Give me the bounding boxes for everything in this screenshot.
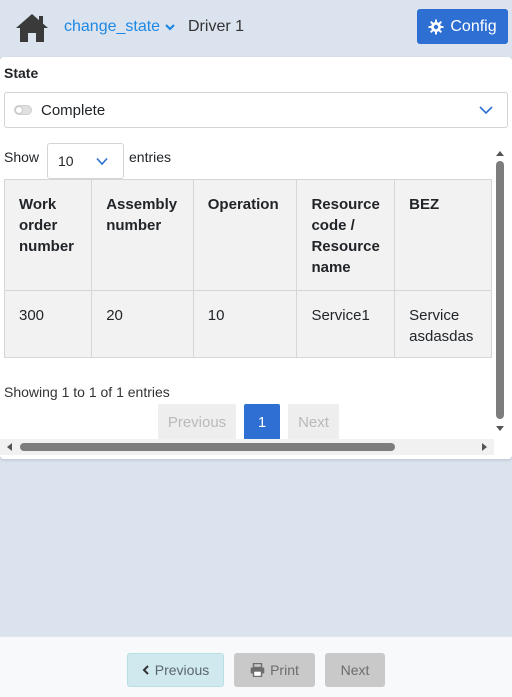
- scroll-up-arrow-icon[interactable]: [496, 149, 504, 157]
- scroll-down-arrow-icon[interactable]: [496, 425, 504, 433]
- show-label: Show: [4, 149, 40, 165]
- column-header-bez[interactable]: BEZ: [394, 179, 492, 291]
- footer-next-label: Next: [340, 662, 370, 678]
- column-header-operation[interactable]: Operation: [192, 179, 298, 291]
- table-info: Showing 1 to 1 of 1 entries: [4, 384, 170, 400]
- footer-next-button[interactable]: Next: [325, 653, 385, 687]
- horizontal-scroll-thumb[interactable]: [20, 443, 395, 451]
- footer-print-button[interactable]: Print: [234, 653, 315, 687]
- config-label: Config: [450, 17, 497, 35]
- state-card: State Complete Show 10 entries Work orde…: [0, 57, 512, 459]
- page-title: Driver 1: [188, 18, 245, 35]
- footer-bar: Previous Print Next: [0, 636, 512, 697]
- scroll-left-arrow-icon[interactable]: [6, 443, 14, 451]
- cell-bez: Service asdasdas: [394, 290, 492, 358]
- page-size-value: 10: [58, 153, 74, 169]
- config-button[interactable]: Config: [417, 9, 508, 44]
- table-scroll-area: Show 10 entries Work order number Assemb…: [0, 57, 492, 457]
- table-row[interactable]: 300 20 10 Service1 Service asdasdas: [3, 290, 492, 358]
- column-header-assembly-number[interactable]: Assembly number: [91, 179, 194, 291]
- home-icon[interactable]: [14, 12, 50, 44]
- pagination-previous[interactable]: Previous: [158, 404, 236, 440]
- entries-label: entries: [129, 149, 172, 165]
- chevron-left-icon: [142, 665, 149, 675]
- footer-previous-label: Previous: [154, 662, 210, 678]
- top-bar: change_state Driver 1 Config: [0, 0, 512, 56]
- pagination-page-1[interactable]: 1: [244, 404, 280, 440]
- printer-icon: [250, 663, 265, 677]
- nav-dropdown-label: change_state: [64, 18, 161, 35]
- cell-assembly-number: 20: [91, 290, 194, 358]
- column-header-resource[interactable]: Resource code / Resource name: [296, 179, 396, 291]
- column-header-work-order-number[interactable]: Work order number: [3, 179, 93, 291]
- footer-print-label: Print: [270, 662, 299, 678]
- pagination-next[interactable]: Next: [288, 404, 339, 440]
- cell-resource: Service1: [296, 290, 396, 358]
- cell-work-order-number: 300: [3, 290, 93, 358]
- cell-operation: 10: [192, 290, 298, 358]
- gear-icon: [428, 19, 444, 34]
- chevron-down-icon: [96, 157, 108, 166]
- work-order-table: Work order number Assembly number Operat…: [3, 179, 492, 358]
- chevron-down-icon: [165, 24, 175, 31]
- scroll-right-arrow-icon[interactable]: [480, 443, 488, 451]
- table-header-row: Work order number Assembly number Operat…: [3, 179, 492, 291]
- vertical-scroll-thumb[interactable]: [496, 161, 504, 419]
- page-size-select[interactable]: 10: [47, 143, 124, 179]
- footer-previous-button[interactable]: Previous: [127, 653, 224, 687]
- nav-dropdown[interactable]: change_state: [64, 18, 176, 36]
